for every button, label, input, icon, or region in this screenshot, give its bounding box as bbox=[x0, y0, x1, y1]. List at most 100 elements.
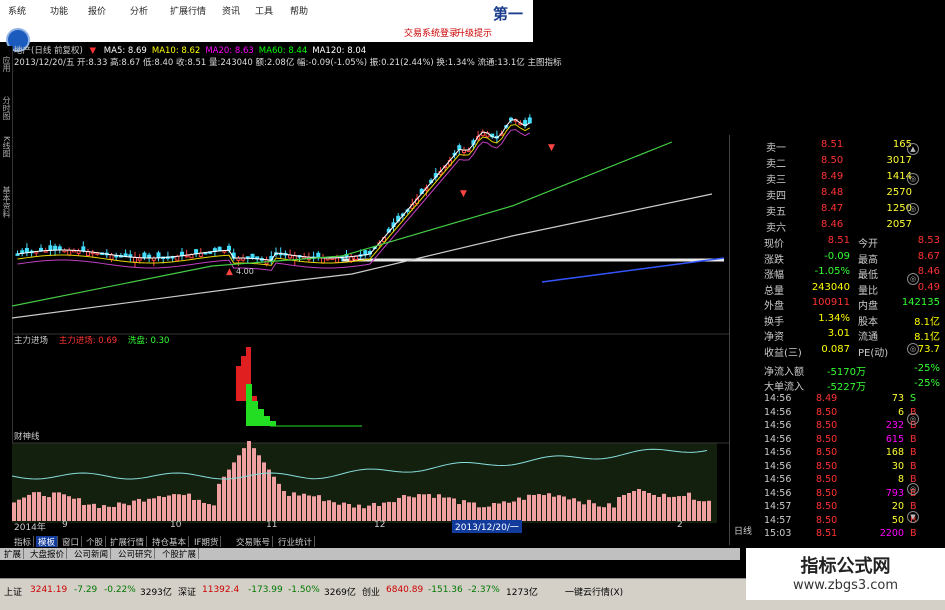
menu-item-news[interactable]: 资讯 bbox=[222, 4, 240, 17]
sh-index-value[interactable]: 3241.19 bbox=[30, 585, 67, 595]
indicator1-green-bar bbox=[258, 409, 264, 426]
indicator2-bar bbox=[162, 497, 166, 521]
menu-item-help[interactable]: 帮助 bbox=[290, 4, 308, 17]
left-tab-apply[interactable]: 应用 bbox=[1, 56, 11, 72]
scroll-down-icon[interactable]: ▼ bbox=[907, 511, 919, 523]
indicator2-bar bbox=[237, 455, 241, 521]
bottom-tab-2[interactable]: 个股扩展 bbox=[160, 548, 200, 560]
watermark: 指标公式网 www.zbgs3.com bbox=[746, 548, 945, 600]
cyb-index-pct: -2.37% bbox=[468, 585, 500, 595]
bottom-tab-2[interactable]: 公司新闻 bbox=[72, 548, 112, 560]
order-book-row[interactable]: 卖三 8.49 1414 bbox=[736, 171, 912, 186]
ma-legend-item: MA120: 8.04 bbox=[312, 46, 367, 56]
menu-item-extended[interactable]: 扩展行情 bbox=[170, 4, 206, 17]
indicator2-bar bbox=[52, 492, 56, 521]
indicator2-bar bbox=[652, 495, 656, 521]
indicator1-green-bar bbox=[252, 401, 258, 426]
stat-label: 量比 bbox=[858, 285, 878, 297]
bottom-tab[interactable]: 指标 bbox=[12, 536, 35, 548]
kline-chart[interactable]: ▲ 4.00 ▼ ▼ bbox=[12, 66, 729, 536]
tick-price: 8.50 bbox=[816, 420, 838, 431]
bottom-tab[interactable]: IF期货 bbox=[192, 536, 222, 548]
candle-body bbox=[321, 257, 325, 264]
indicator2-bar bbox=[62, 494, 66, 521]
indicator2-bar bbox=[247, 441, 251, 521]
upgrade-link[interactable]: 升级提示 bbox=[456, 26, 492, 39]
tick-price: 8.50 bbox=[816, 487, 838, 499]
trade-login-link[interactable]: 交易系统登录 bbox=[404, 26, 458, 39]
scroll-btn-icon[interactable]: ◎ bbox=[907, 203, 919, 215]
menu-item-analysis[interactable]: 分析 bbox=[130, 4, 148, 17]
order-book-row[interactable]: 卖六 8.46 2057 bbox=[736, 219, 912, 234]
indicator2-bar bbox=[212, 505, 216, 521]
indicator1-bar bbox=[241, 356, 246, 401]
candle-body bbox=[142, 252, 147, 259]
scroll-up-icon[interactable]: ▲ bbox=[907, 143, 919, 155]
indicator1-name: 主力进场 bbox=[14, 336, 49, 346]
bottom-tab[interactable]: 交易账号 bbox=[234, 536, 274, 548]
bottom-tab[interactable]: 模板 bbox=[36, 536, 59, 548]
scroll-btn-icon[interactable]: ◎ bbox=[907, 273, 919, 285]
left-tab-fundamentals[interactable]: 基本资料 bbox=[1, 186, 11, 218]
tick-volume: 168 bbox=[885, 447, 904, 458]
indicator2-bar bbox=[447, 497, 451, 521]
scroll-btn-icon[interactable]: ◎ bbox=[907, 413, 919, 425]
order-book-row[interactable]: 卖五 8.47 1250 bbox=[736, 203, 912, 218]
indicator2-bar bbox=[572, 498, 576, 521]
order-book-row[interactable]: 卖四 8.48 2570 bbox=[736, 187, 912, 202]
indicator2-bar bbox=[542, 495, 546, 521]
indicator2-bar bbox=[627, 493, 631, 521]
indicator2-bar bbox=[12, 502, 16, 521]
order-book-volume: 2057 bbox=[886, 219, 912, 230]
left-tab-kline[interactable]: K线图 bbox=[1, 136, 11, 157]
left-tab-timeshare[interactable]: 分时图 bbox=[1, 96, 11, 120]
period-label[interactable]: 日线 bbox=[734, 524, 752, 537]
indicator2-bar bbox=[222, 476, 226, 521]
panel-scrollbar[interactable]: ▲ ◎ ◎ ◎ ◎ ◎ ◎ ▼ bbox=[907, 143, 919, 523]
bottom-tab-2[interactable]: 大盘报价 bbox=[28, 548, 68, 560]
indicator1-line1: 主力进场: 0.69 bbox=[58, 336, 118, 346]
scroll-btn-icon[interactable]: ◎ bbox=[907, 483, 919, 495]
indicator2-bar bbox=[637, 489, 641, 521]
indicator1-green-bar bbox=[246, 384, 252, 426]
indicator2-bar bbox=[662, 493, 666, 521]
indicator2-bar bbox=[347, 504, 351, 521]
sz-index-pct: -1.50% bbox=[288, 585, 320, 595]
cyb-index-value[interactable]: 6840.89 bbox=[386, 585, 423, 595]
ma-legend-item: MA5: 8.69 bbox=[103, 46, 147, 56]
bottom-tab[interactable]: 行业统计 bbox=[276, 536, 316, 548]
indicator2-bar bbox=[452, 498, 456, 521]
indicator2-bar bbox=[467, 502, 471, 521]
tick-price: 8.50 bbox=[816, 514, 838, 526]
menu-item-system[interactable]: 系统 bbox=[8, 4, 26, 17]
indicator2-bar bbox=[27, 494, 31, 521]
bottom-tab-2[interactable]: 扩展 bbox=[2, 548, 25, 560]
indicator2-bar bbox=[477, 507, 481, 521]
menu-item-tools[interactable]: 工具 bbox=[255, 4, 273, 17]
bottom-tab[interactable]: 扩展行情 bbox=[108, 536, 148, 548]
scroll-btn-icon[interactable]: ◎ bbox=[907, 173, 919, 185]
menu-item-quote[interactable]: 报价 bbox=[88, 4, 106, 17]
sz-index-value[interactable]: 11392.4 bbox=[202, 585, 239, 595]
order-book-row[interactable]: 卖一 8.51 165 bbox=[736, 139, 912, 154]
tick-price: 8.50 bbox=[816, 447, 838, 458]
indicator2-bar bbox=[502, 501, 506, 521]
menu-item-function[interactable]: 功能 bbox=[50, 4, 68, 17]
bottom-tab[interactable]: 窗口 bbox=[60, 536, 83, 548]
order-book-volume: 2570 bbox=[886, 187, 912, 198]
toolbar: 交易系统登录 升级提示 bbox=[0, 22, 533, 42]
indicator2-bar bbox=[342, 502, 346, 521]
bottom-tab-2[interactable]: 公司研究 bbox=[116, 548, 156, 560]
cloud-quote-button[interactable]: 一键云行情(X) bbox=[565, 585, 623, 598]
bottom-tab[interactable]: 持仓基本 bbox=[150, 536, 190, 548]
indicator2-bar bbox=[102, 505, 106, 521]
scroll-btn-icon[interactable]: ◎ bbox=[907, 343, 919, 355]
bottom-tab[interactable]: 个股 bbox=[84, 536, 107, 548]
tick-volume: 73 bbox=[891, 393, 904, 404]
indicator2-bar bbox=[142, 501, 146, 521]
stat-label: 收益(三) bbox=[764, 347, 802, 359]
order-book-row[interactable]: 卖二 8.50 3017 bbox=[736, 155, 912, 170]
indicator2-bar bbox=[282, 491, 286, 521]
stat-value: -0.09 bbox=[824, 250, 850, 262]
stat-label: 总量 bbox=[764, 285, 784, 297]
